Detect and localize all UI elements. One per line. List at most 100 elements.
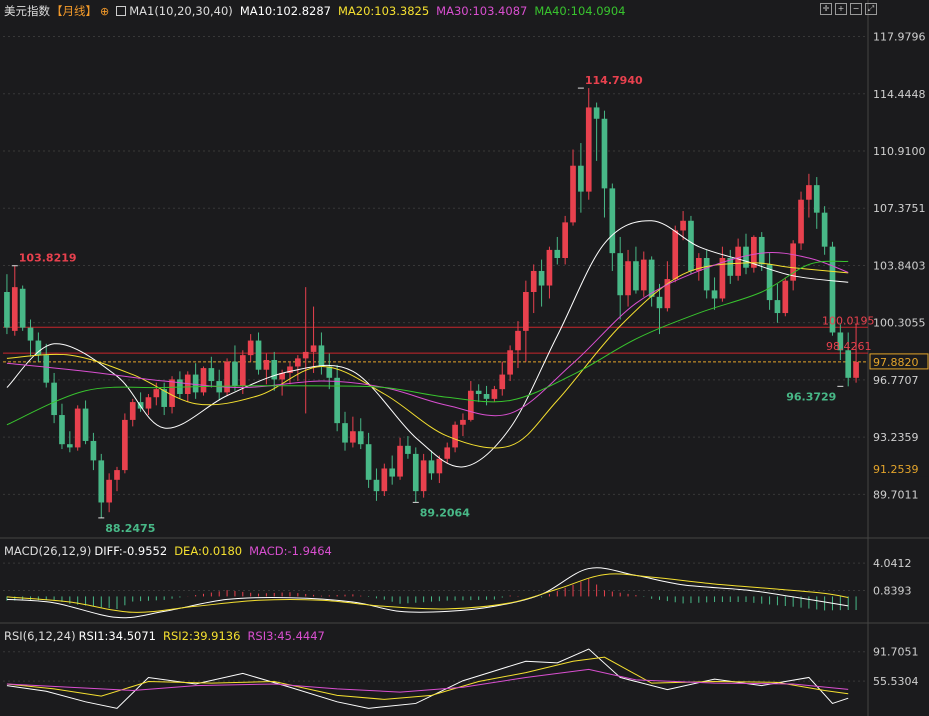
chart-svg: 117.9796 114.4448 110.9100 107.3751 103.8403… xyxy=(0,0,929,716)
candle-body xyxy=(735,246,741,276)
ma10-value: MA10:102.8287 xyxy=(239,4,331,18)
candle-body xyxy=(593,107,600,119)
candle-body xyxy=(491,389,498,399)
y-tick-label: 100.3055 xyxy=(873,317,926,330)
candle-body xyxy=(389,468,396,477)
candle-body xyxy=(853,361,859,378)
macd-diff-value: DIFF:-0.9552 xyxy=(94,544,168,558)
candle-body xyxy=(350,431,356,443)
candle-body xyxy=(656,296,663,309)
candle-body xyxy=(90,440,97,461)
candle-body xyxy=(640,259,647,291)
candle-body xyxy=(515,330,521,351)
candle-body xyxy=(538,270,545,286)
rsi1-value: RSI1:34.5071 xyxy=(78,629,156,643)
candle-body xyxy=(373,479,380,492)
y-tick-label: 110.9100 xyxy=(873,145,926,158)
candle-body xyxy=(703,258,710,291)
candle-body xyxy=(585,107,592,192)
candle-body xyxy=(51,382,57,416)
fullscreen-icon[interactable]: ⤢ xyxy=(865,3,877,15)
candle-body xyxy=(420,460,427,492)
candle-body xyxy=(821,212,828,247)
candle-body xyxy=(82,408,89,441)
candle-body xyxy=(200,368,207,393)
y-tick-label: 107.3751 xyxy=(873,202,926,215)
ma-indicator-label: MA1(10,20,30,40) xyxy=(129,4,233,18)
candle-body xyxy=(452,424,458,448)
candle-body xyxy=(460,419,466,425)
macd-diff-line xyxy=(6,567,849,619)
crosshair-icon[interactable]: ✛ xyxy=(820,3,832,15)
candle-body xyxy=(381,468,388,492)
candle-body xyxy=(224,361,230,393)
macd-value: MACD:-1.9464 xyxy=(249,544,332,558)
candle-body xyxy=(397,445,403,477)
axis-extra-label: 91.2539 xyxy=(873,463,919,476)
ma20-value: MA20:103.3825 xyxy=(337,4,430,18)
period-label[interactable]: 【月线】 xyxy=(51,3,97,19)
zoom-out-icon[interactable]: − xyxy=(850,3,862,15)
rsi-tick-label: 91.7051 xyxy=(873,646,919,659)
candle-body xyxy=(711,290,718,299)
y-tick-label: 93.2359 xyxy=(873,431,919,444)
candle-body xyxy=(475,390,482,394)
y-tick-label: 114.4448 xyxy=(873,88,926,101)
rsi-tick-label: 55.5304 xyxy=(873,675,919,688)
candle-body xyxy=(232,361,238,386)
extreme-label: 96.3729 xyxy=(786,390,836,403)
candle-body xyxy=(774,300,781,314)
candle-body xyxy=(688,220,694,271)
candle-body xyxy=(106,479,112,503)
symbol-name: 美元指数 xyxy=(4,4,50,18)
candle-body xyxy=(239,355,246,386)
candle-body xyxy=(98,460,105,503)
candle-body xyxy=(27,327,34,341)
ma40-value: MA40:104.0904 xyxy=(534,4,626,18)
zoom-in-icon[interactable]: + xyxy=(835,3,847,15)
candle-body xyxy=(318,345,325,367)
y-tick-label: 117.9796 xyxy=(873,31,926,44)
candle-body xyxy=(625,261,631,296)
candle-body xyxy=(11,287,18,331)
candle-body xyxy=(412,453,419,492)
candle-body xyxy=(74,408,81,448)
rsi2-value: RSI2:39.9136 xyxy=(163,629,241,643)
candle-body xyxy=(601,118,608,189)
candle-body xyxy=(4,292,10,328)
candle-body xyxy=(255,340,262,370)
candle-body xyxy=(609,188,616,254)
level-label-1: 100.0195 xyxy=(822,314,875,327)
candle-body xyxy=(798,199,804,244)
candle-body xyxy=(530,270,537,292)
candle-body xyxy=(295,358,301,367)
candle-body xyxy=(145,397,152,409)
current-price-label: 97.8820 xyxy=(873,356,919,369)
level-label-2: 98.4261 xyxy=(826,340,872,353)
ma30-value: MA30:103.4087 xyxy=(436,4,528,18)
extreme-label: 103.8219 xyxy=(19,252,77,265)
indicator-icon[interactable] xyxy=(116,6,127,16)
candle-body xyxy=(208,368,215,382)
candle-body xyxy=(247,340,254,356)
macd-tick-label: 0.8393 xyxy=(873,585,912,598)
candle-body xyxy=(43,355,50,383)
candle-body xyxy=(813,185,820,213)
extreme-label: 114.7940 xyxy=(585,74,643,87)
candle-body xyxy=(806,185,812,200)
candle-body xyxy=(153,389,160,398)
candle-body xyxy=(444,447,451,459)
candle-body xyxy=(122,419,128,471)
settings-icon[interactable]: ⊕ xyxy=(100,5,109,18)
candle-body xyxy=(342,423,348,443)
candle-body xyxy=(782,280,789,314)
candle-body xyxy=(66,444,73,448)
macd-dea-line xyxy=(6,573,849,613)
rsi-label: RSI(6,12,24) xyxy=(4,629,76,643)
candle-body xyxy=(672,230,679,280)
candle-body xyxy=(436,458,443,474)
candle-body xyxy=(758,236,765,265)
candle-body xyxy=(499,374,506,390)
candle-body xyxy=(743,246,749,268)
candle-body xyxy=(554,249,561,258)
